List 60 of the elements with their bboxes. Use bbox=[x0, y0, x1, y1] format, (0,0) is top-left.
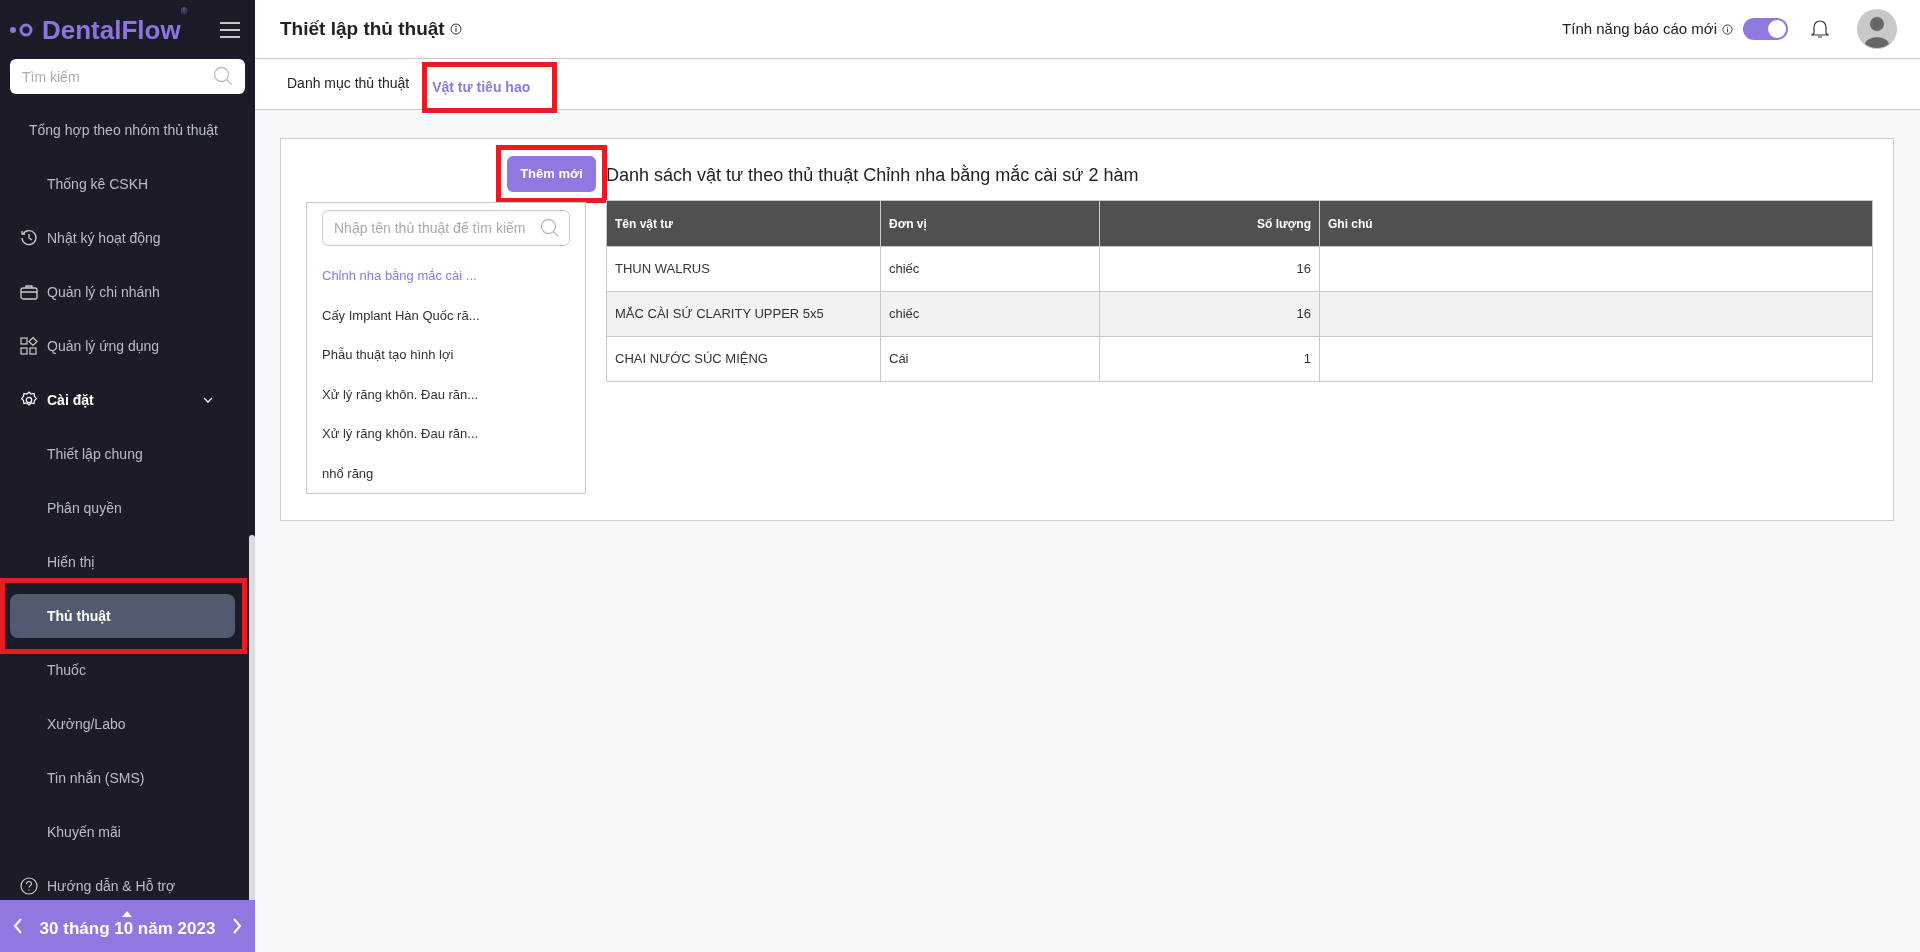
table-cell: 16 bbox=[1099, 246, 1320, 292]
sidebar-item[interactable]: Thiết lập chung bbox=[10, 436, 235, 472]
tab[interactable]: Vật tư tiêu hao bbox=[432, 77, 531, 98]
procedure-item[interactable]: Cấy Implant Hàn Quốc ră... bbox=[322, 295, 570, 335]
procedure-item[interactable]: Chỉnh nha bằng mắc cài ... bbox=[322, 256, 570, 296]
table-cell: chiếc bbox=[880, 246, 1100, 292]
procedure-item[interactable]: Phẫu thuật tạo hình lợi bbox=[322, 335, 570, 375]
sidebar-item[interactable]: Thống kê CSKH bbox=[10, 166, 235, 202]
sidebar-item[interactable]: Thủ thuật bbox=[10, 594, 235, 638]
table-cell: MẮC CÀI SỨ CLARITY UPPER 5x5 bbox=[606, 291, 881, 337]
procedure-item[interactable]: Xử lý răng khôn. Đau răn... bbox=[322, 414, 570, 454]
table-cell: THUN WALRUS bbox=[606, 246, 881, 292]
column-header: Ghi chú bbox=[1319, 200, 1873, 247]
sidebar-item[interactable]: Hiển thị bbox=[10, 544, 235, 580]
info-icon bbox=[449, 23, 462, 35]
procedure-item[interactable]: nhổ răng bbox=[322, 453, 570, 493]
toggle-switch[interactable] bbox=[1743, 18, 1788, 40]
sidebar-item[interactable]: Tổng hợp theo nhóm thủ thuật bbox=[10, 112, 235, 148]
search-icon bbox=[540, 218, 560, 238]
history-icon bbox=[20, 229, 38, 247]
chevron-right-icon[interactable] bbox=[232, 918, 242, 934]
column-header: Đơn vị bbox=[880, 200, 1100, 247]
procedure-search-field[interactable]: Nhập tên thủ thuật để tìm kiếm bbox=[322, 210, 570, 246]
table-cell: CHAI NƯỚC SÚC MIỆNG bbox=[606, 336, 881, 382]
chevron-icon[interactable] bbox=[203, 397, 213, 403]
sidebar-item[interactable]: Quản lý chi nhánh bbox=[10, 274, 235, 310]
sidebar-item[interactable]: Cài đặt bbox=[10, 382, 235, 418]
table-cell: 1 bbox=[1099, 336, 1320, 382]
sidebar-item[interactable]: Thuốc bbox=[10, 652, 235, 688]
caret-up-icon[interactable] bbox=[122, 911, 133, 917]
procedure-item[interactable]: Xử lý răng khôn. Đau răn... bbox=[322, 374, 570, 414]
help-icon bbox=[20, 877, 38, 895]
toggle-label: Tính năng báo cáo mới bbox=[1562, 18, 1717, 39]
sidebar-item[interactable]: Quản lý ứng dụng bbox=[10, 328, 235, 364]
column-header: Tên vật tư bbox=[606, 200, 881, 247]
search-icon bbox=[213, 66, 233, 86]
sidebar-item[interactable]: Nhật ký hoạt động bbox=[10, 220, 235, 256]
chevron-left-icon[interactable] bbox=[13, 918, 23, 934]
scrollbar[interactable] bbox=[249, 535, 255, 900]
table-cell: Cái bbox=[880, 336, 1100, 382]
page-title: Thiết lập thủ thuật bbox=[280, 16, 445, 41]
sidebar-search-field[interactable]: Tìm kiếm bbox=[10, 59, 245, 94]
apps-icon bbox=[20, 337, 38, 355]
table-cell: 16 bbox=[1099, 291, 1320, 337]
avatar-icon[interactable] bbox=[1857, 9, 1897, 49]
menu-icon[interactable] bbox=[219, 21, 241, 38]
date-label[interactable]: 30 tháng 10 năm 2023 bbox=[39, 917, 216, 941]
info-icon bbox=[1722, 23, 1733, 35]
tab[interactable]: Danh mục thủ thuật bbox=[287, 73, 410, 94]
table-cell: chiếc bbox=[880, 291, 1100, 337]
bell-icon[interactable] bbox=[1811, 19, 1829, 39]
briefcase-icon bbox=[20, 284, 38, 300]
add-new-button[interactable]: Thêm mới bbox=[507, 156, 596, 192]
sidebar-item[interactable]: Khuyến mãi bbox=[10, 814, 235, 850]
sidebar-item[interactable]: Hướng dẫn & Hỗ trợ bbox=[10, 868, 235, 904]
sidebar-item[interactable]: Xưởng/Labo bbox=[10, 706, 235, 742]
sidebar-item[interactable]: Tin nhắn (SMS) bbox=[10, 760, 235, 796]
table-title: Danh sách vật tư theo thủ thuật Chỉnh nha bằng mắc cài sứ 2 hàm bbox=[606, 163, 1140, 187]
column-header: Số lượng bbox=[1099, 200, 1320, 247]
sidebar-item[interactable]: Phân quyền bbox=[10, 490, 235, 526]
